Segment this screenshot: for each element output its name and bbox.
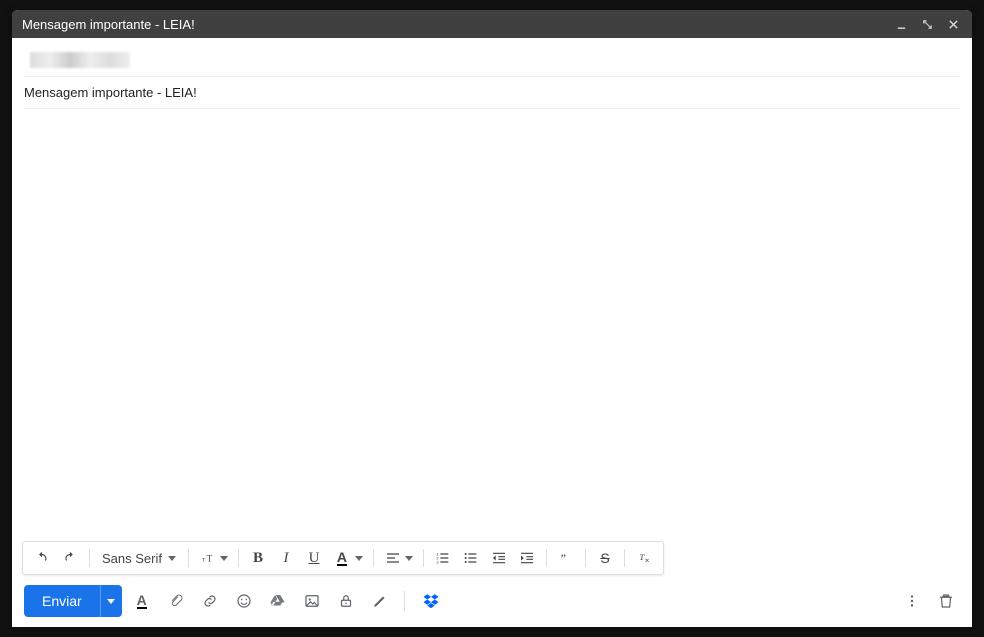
bottom-toolbar: Enviar A xyxy=(12,579,972,627)
undo-button[interactable] xyxy=(29,545,55,571)
formatting-icon: A xyxy=(137,594,147,609)
send-button[interactable]: Enviar xyxy=(24,585,100,617)
svg-text:T: T xyxy=(202,557,206,563)
svg-text:T: T xyxy=(207,554,213,564)
close-button[interactable] xyxy=(944,15,962,33)
formatting-toolbar: Sans Serif TT B I U A 123 xyxy=(22,541,664,575)
underline-icon: U xyxy=(309,550,320,567)
undo-icon xyxy=(34,550,50,566)
subject-field[interactable] xyxy=(24,77,960,109)
quote-button[interactable]: ” xyxy=(553,545,579,571)
caret-down-icon xyxy=(220,556,228,561)
text-color-icon: A xyxy=(337,551,347,566)
svg-text:3: 3 xyxy=(436,559,439,564)
window-controls xyxy=(892,15,962,33)
header-fields xyxy=(12,38,972,109)
window-title: Mensagem importante - LEIA! xyxy=(22,17,892,32)
insert-link-button[interactable] xyxy=(196,587,224,615)
send-more-options-button[interactable] xyxy=(100,585,122,617)
pen-icon xyxy=(371,592,389,610)
toolbar-divider xyxy=(585,549,586,567)
text-color-button[interactable]: A xyxy=(329,545,355,571)
close-icon xyxy=(948,19,959,30)
minimize-button[interactable] xyxy=(892,15,910,33)
strikethrough-button[interactable]: S xyxy=(592,545,618,571)
bold-button[interactable]: B xyxy=(245,545,271,571)
font-family-select[interactable]: Sans Serif xyxy=(96,545,182,571)
formatting-toggle-button[interactable]: A xyxy=(128,587,156,615)
toolbar-divider xyxy=(546,549,547,567)
caret-down-icon xyxy=(355,556,363,561)
caret-down-icon xyxy=(107,599,115,604)
toolbar-divider xyxy=(188,549,189,567)
insert-drive-button[interactable] xyxy=(264,587,292,615)
send-button-group: Enviar xyxy=(24,585,122,617)
redo-icon xyxy=(62,550,78,566)
align-button[interactable] xyxy=(380,545,406,571)
dropbox-button[interactable] xyxy=(417,587,445,615)
title-bar: Mensagem importante - LEIA! xyxy=(12,10,972,38)
quote-icon: ” xyxy=(558,550,574,566)
font-size-icon: TT xyxy=(200,550,216,566)
discard-draft-button[interactable] xyxy=(932,587,960,615)
numbered-list-icon: 123 xyxy=(435,550,451,566)
insert-emoji-button[interactable] xyxy=(230,587,258,615)
font-size-button[interactable]: TT xyxy=(195,545,221,571)
toolbar-divider xyxy=(404,591,405,611)
more-vertical-icon xyxy=(903,592,921,610)
indent-less-button[interactable] xyxy=(486,545,512,571)
caret-down-icon xyxy=(168,556,176,561)
insert-photo-button[interactable] xyxy=(298,587,326,615)
toolbar-divider xyxy=(373,549,374,567)
image-icon xyxy=(303,592,321,610)
bold-icon: B xyxy=(253,550,263,567)
lock-clock-icon xyxy=(337,592,355,610)
minimize-icon xyxy=(896,19,907,30)
italic-icon: I xyxy=(283,550,288,567)
font-family-label: Sans Serif xyxy=(102,551,162,566)
redo-button[interactable] xyxy=(57,545,83,571)
insert-signature-button[interactable] xyxy=(366,587,394,615)
recipient-chip-redacted xyxy=(30,52,130,68)
caret-down-icon xyxy=(405,556,413,561)
fullscreen-button[interactable] xyxy=(918,15,936,33)
compose-window: Mensagem importante - LEIA! xyxy=(12,10,972,627)
toolbar-divider xyxy=(89,549,90,567)
google-drive-icon xyxy=(269,592,287,610)
emoji-icon xyxy=(235,592,253,610)
fullscreen-icon xyxy=(922,19,933,30)
subject-input[interactable] xyxy=(24,83,960,102)
confidential-mode-button[interactable] xyxy=(332,587,360,615)
toolbar-divider xyxy=(238,549,239,567)
link-icon xyxy=(201,592,219,610)
strikethrough-icon: S xyxy=(600,550,609,566)
toolbar-divider xyxy=(624,549,625,567)
indent-less-icon xyxy=(491,550,507,566)
message-body[interactable] xyxy=(12,109,972,541)
recipients-field[interactable] xyxy=(24,44,960,77)
bullet-list-button[interactable] xyxy=(458,545,484,571)
more-options-button[interactable] xyxy=(898,587,926,615)
paperclip-icon xyxy=(167,592,185,610)
attach-file-button[interactable] xyxy=(162,587,190,615)
svg-text:”: ” xyxy=(561,551,566,565)
underline-button[interactable]: U xyxy=(301,545,327,571)
bullet-list-icon xyxy=(463,550,479,566)
indent-more-icon xyxy=(519,550,535,566)
align-icon xyxy=(385,550,401,566)
numbered-list-button[interactable]: 123 xyxy=(430,545,456,571)
italic-button[interactable]: I xyxy=(273,545,299,571)
remove-formatting-icon: T✕ xyxy=(636,550,652,566)
dropbox-icon xyxy=(422,592,440,610)
indent-more-button[interactable] xyxy=(514,545,540,571)
toolbar-divider xyxy=(423,549,424,567)
remove-formatting-button[interactable]: T✕ xyxy=(631,545,657,571)
trash-icon xyxy=(937,592,955,610)
svg-text:✕: ✕ xyxy=(645,559,650,565)
